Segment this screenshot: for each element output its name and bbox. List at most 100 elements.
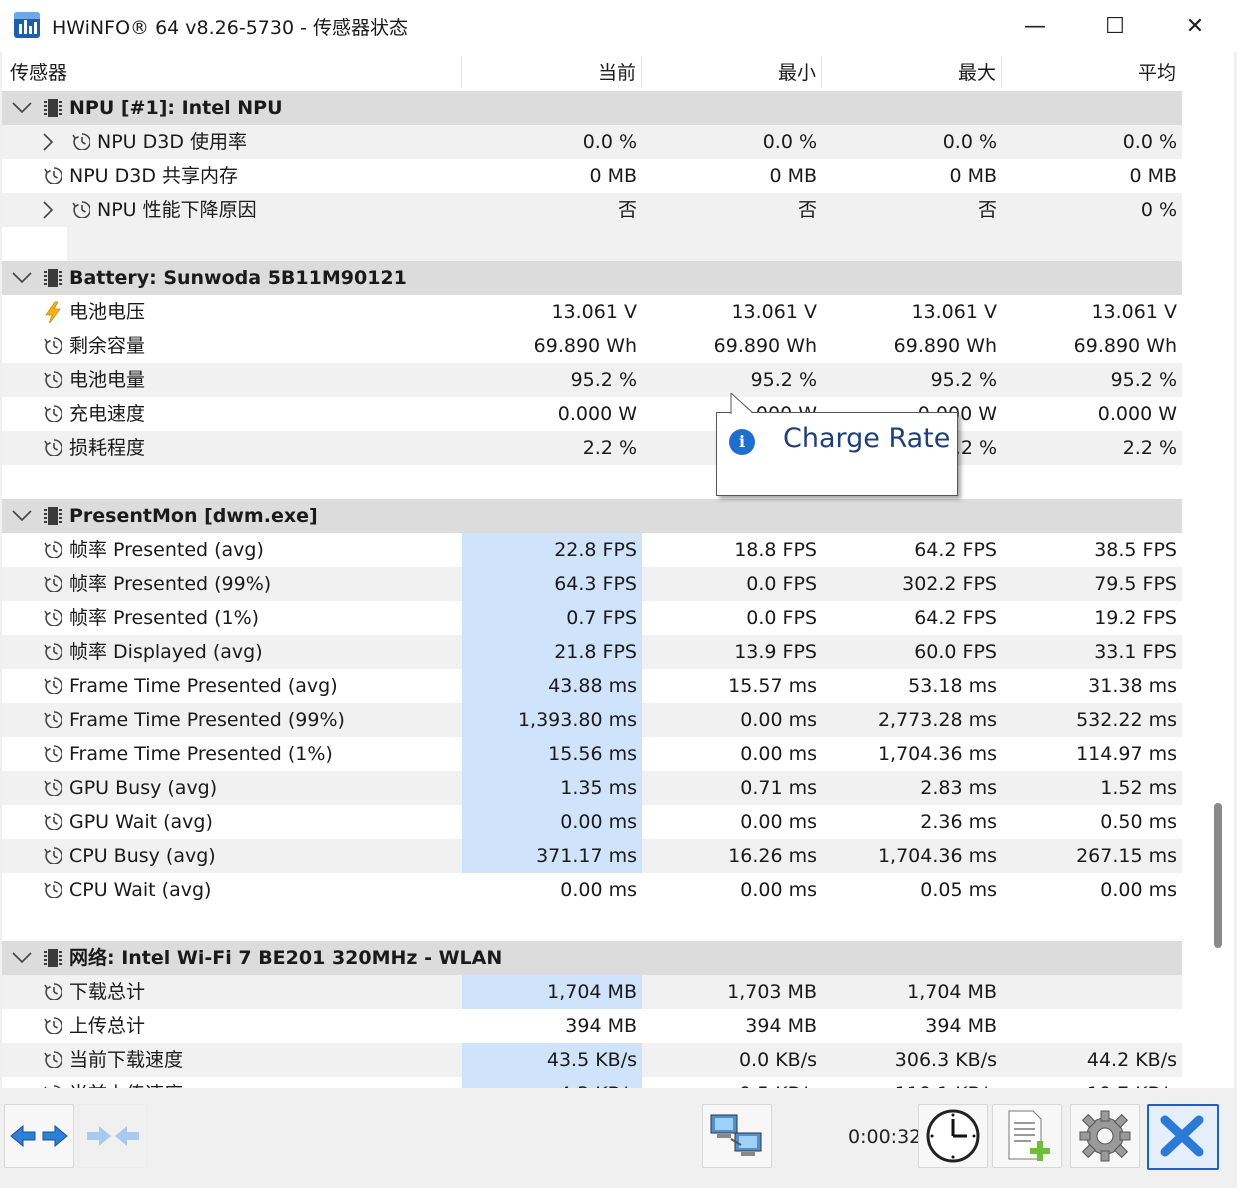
sensor-row[interactable]: 损耗程度2.2 %2.2 %2.2 %2.2 %	[2, 431, 1182, 465]
value-max: 否	[977, 199, 997, 221]
sensor-name: NPU D3D 使用率	[97, 131, 248, 153]
sensor-row[interactable]: 上传总计 394 MB 394 MB 394 MB	[2, 1009, 1182, 1043]
clock-icon	[72, 133, 90, 150]
sensor-row[interactable]: CPU Busy (avg) 371.17 ms 16.26 ms 1,704.36 …	[2, 839, 1182, 873]
sensor-group-header[interactable]: Battery: Sunwoda 5B11M90121	[2, 261, 1182, 295]
maximize-button[interactable]: ☐	[1075, 0, 1155, 52]
navigate-button[interactable]	[4, 1104, 74, 1168]
clock-icon	[44, 1017, 62, 1034]
sensor-row[interactable]: NPU 性能下降原因 否 否 否 0 %	[2, 193, 1182, 227]
sensor-row[interactable]: 电池电量 95.2 % 95.2 % 95.2 % 95.2 %	[2, 363, 1182, 397]
value-cur: 371.17 ms	[536, 845, 637, 867]
clock-icon	[44, 643, 62, 660]
sensor-row[interactable]: 帧率 Presented (99%) 64.3 FPS 0.0 FPS 302.2 F…	[2, 567, 1182, 601]
value-max: 2.36 ms	[920, 811, 997, 833]
sensor-row[interactable]: 当前下载速度 43.5 KB/s 0.0 KB/s 306.3 KB/s 44.2 KB…	[2, 1043, 1182, 1077]
column-header-current[interactable]: 当前	[462, 52, 636, 90]
column-header-avg[interactable]: 平均	[1002, 52, 1176, 90]
value-max: 0 MB	[949, 165, 997, 187]
sensor-name: 充电速度	[69, 403, 146, 425]
sensor-row[interactable]: Frame Time Presented (avg) 43.88 ms 15.57 …	[2, 669, 1182, 703]
value-max: 394 MB	[925, 1015, 997, 1037]
exit-button[interactable]	[1147, 1104, 1219, 1170]
clock-button[interactable]	[918, 1104, 988, 1168]
sensor-group-header[interactable]: NPU [#1]: Intel NPU	[2, 91, 1182, 125]
column-header-sensor[interactable]: 传感器	[10, 52, 67, 90]
clock-icon	[44, 405, 62, 422]
sensor-group-header[interactable]: 网络: Intel Wi-Fi 7 BE201 320MHz - WLAN	[2, 941, 1182, 975]
close-button[interactable]: ✕	[1155, 0, 1235, 52]
add-report-button[interactable]	[992, 1104, 1062, 1168]
sensor-row[interactable]: NPU D3D 共享内存 0 MB 0 MB 0 MB 0 MB	[2, 159, 1182, 193]
scrollbar-thumb[interactable]	[1214, 803, 1222, 948]
sensor-row[interactable]: 电池电压 13.061 V 13.061 V 13.061 V 13.061 V	[2, 295, 1182, 329]
value-min: 否	[797, 199, 817, 221]
sensor-name: Frame Time Presented (99%)	[69, 709, 345, 731]
collapse-chevron-icon[interactable]	[10, 499, 34, 533]
clock-icon	[926, 1109, 980, 1163]
sensor-row[interactable]: GPU Busy (avg) 1.35 ms 0.71 ms 2.83 ms 1.52 …	[2, 771, 1182, 805]
value-cur: 0.00 ms	[560, 879, 637, 901]
collapse-chevron-icon[interactable]	[10, 261, 34, 295]
value-cur: 否	[617, 199, 637, 221]
value-avg: 19.2 FPS	[1094, 607, 1177, 629]
clock-icon	[44, 1085, 61, 1088]
value-avg: 114.97 ms	[1076, 743, 1177, 765]
settings-button[interactable]	[1070, 1104, 1140, 1168]
sensor-row[interactable]: Frame Time Presented (1%) 15.56 ms 0.00 ms…	[2, 737, 1182, 771]
bottom-toolbar: 0:00:32	[0, 1090, 1237, 1188]
expand-chevron-icon[interactable]	[40, 125, 56, 159]
value-cur: 0.00 ms	[560, 811, 637, 833]
info-icon: i	[729, 429, 755, 455]
sensor-row[interactable]: 帧率 Displayed (avg) 21.8 FPS 13.9 FPS 60.0 F…	[2, 635, 1182, 669]
collapse-chevron-icon[interactable]	[10, 91, 34, 125]
sensor-group-header[interactable]: PresentMon [dwm.exe]	[2, 499, 1182, 533]
value-cur: 0.000 W	[557, 403, 637, 425]
clock-icon	[44, 1051, 62, 1068]
clock-icon	[44, 167, 62, 184]
minimize-button[interactable]: —	[995, 0, 1075, 52]
value-avg: 0.50 ms	[1100, 811, 1177, 833]
value-max: 1,704.36 ms	[877, 845, 997, 867]
column-header-min[interactable]: 最小	[642, 52, 816, 90]
sensor-row[interactable]: CPU Wait (avg) 0.00 ms 0.00 ms 0.05 ms 0.00 …	[2, 873, 1182, 907]
sensor-row[interactable]: 帧率 Presented (1%) 0.7 FPS 0.0 FPS 64.2 FPS 1…	[2, 601, 1182, 635]
column-header-max[interactable]: 最大	[822, 52, 996, 90]
value-min: 0.00 ms	[740, 811, 817, 833]
sensor-row[interactable]: GPU Wait (avg) 0.00 ms 0.00 ms 2.36 ms 0.50 …	[2, 805, 1182, 839]
value-min: 69.890 Wh	[713, 335, 817, 357]
value-max: 1,704 MB	[907, 981, 997, 1003]
expand-chevron-icon[interactable]	[40, 193, 56, 227]
sensor-group-name: NPU [#1]: Intel NPU	[69, 97, 283, 119]
value-min: 0.0 FPS	[746, 607, 817, 629]
sensor-name: CPU Wait (avg)	[69, 879, 212, 901]
value-max: 2.83 ms	[920, 777, 997, 799]
value-max: 95.2 %	[930, 369, 997, 391]
chip-icon	[44, 507, 62, 525]
sensor-row[interactable]: 剩余容量 69.890 Wh 69.890 Wh 69.890 Wh 69.890 Wh	[2, 329, 1182, 363]
clock-icon	[44, 983, 62, 1000]
value-max: 64.2 FPS	[914, 539, 997, 561]
value-avg: 0.00 ms	[1100, 879, 1177, 901]
value-avg: 13.061 V	[1091, 301, 1177, 323]
collapse-chevron-icon[interactable]	[10, 941, 34, 975]
network-button[interactable]	[702, 1104, 772, 1168]
clock-icon	[44, 745, 62, 762]
value-avg: 532.22 ms	[1076, 709, 1177, 731]
sensor-row[interactable]: 当前上传速度 4.3 KB/s 0.5 KB/s 110.1 KB/s 10.7 KB/…	[2, 1077, 1182, 1088]
sensor-row[interactable]: NPU D3D 使用率 0.0 % 0.0 % 0.0 % 0.0 %	[2, 125, 1182, 159]
sensor-row[interactable]: 帧率 Presented (avg) 22.8 FPS 18.8 FPS 64.2 F…	[2, 533, 1182, 567]
value-cur: 22.8 FPS	[554, 539, 637, 561]
sensor-name: 电池电压	[69, 301, 146, 323]
sensor-row[interactable]: 充电速度0.000 W0.000 W0.000 W0.000 W	[2, 397, 1182, 431]
sensor-row[interactable]: 下载总计 1,704 MB 1,703 MB 1,704 MB	[2, 975, 1182, 1009]
sensor-name: GPU Wait (avg)	[69, 811, 213, 833]
value-cur: 1.35 ms	[560, 777, 637, 799]
window-title: HWiNFO® 64 v8.26-5730 - 传感器状态	[52, 17, 408, 39]
sensor-row[interactable]: Frame Time Presented (99%) 1,393.80 ms 0.0…	[2, 703, 1182, 737]
clock-icon	[44, 439, 62, 456]
settings-gear-icon	[1079, 1110, 1131, 1162]
value-avg: 0 MB	[1129, 165, 1177, 187]
value-max: 53.18 ms	[908, 675, 997, 697]
collapse-button[interactable]	[78, 1104, 148, 1168]
